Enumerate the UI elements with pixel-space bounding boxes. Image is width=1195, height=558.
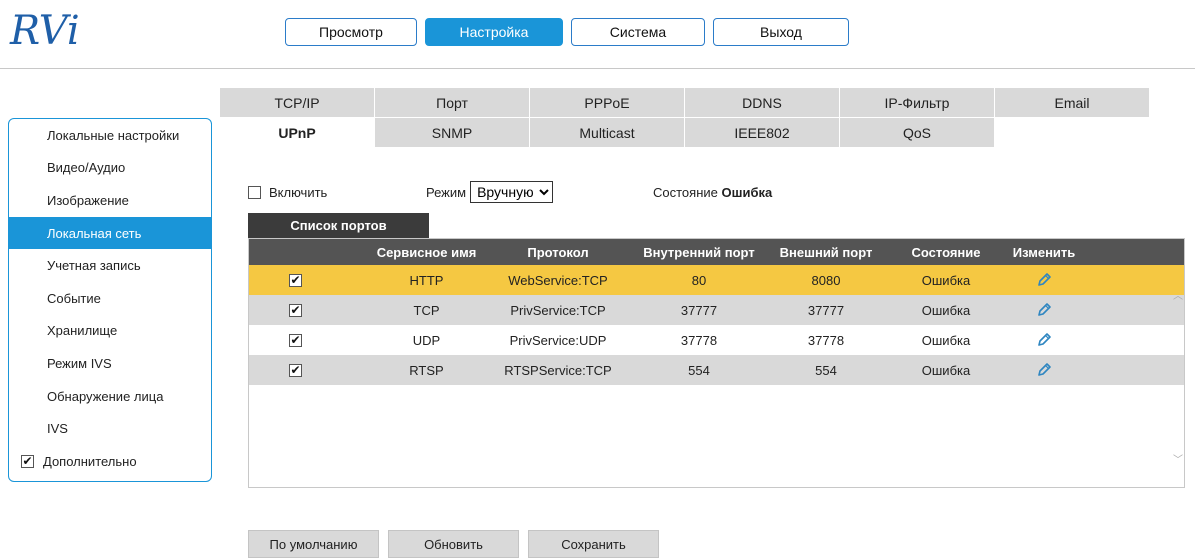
sidebar-item-account[interactable]: Учетная запись <box>9 249 211 282</box>
external-port: 37778 <box>807 332 845 348</box>
tab-upnp[interactable]: UPnP <box>220 118 375 148</box>
protocol: PrivService:TCP <box>510 302 606 318</box>
col-check-header <box>249 239 369 265</box>
network-tabs: TCP/IP Порт PPPoE DDNS IP-Фильтр Email U… <box>220 88 1150 148</box>
sidebar-item-storage[interactable]: Хранилище <box>9 315 211 348</box>
port-list-title: Список портов <box>248 213 429 238</box>
pencil-icon[interactable] <box>1036 362 1052 378</box>
sidebar-item-video-audio[interactable]: Видео/Аудио <box>9 152 211 185</box>
protocol: RTSPService:TCP <box>504 362 612 378</box>
advanced-checkbox[interactable]: ✔ <box>21 454 34 468</box>
row-status: Ошибка <box>921 302 971 318</box>
col-service-header: Сервисное имя <box>376 244 477 260</box>
enable-label: Включить <box>269 184 328 200</box>
tab-port[interactable]: Порт <box>375 88 530 118</box>
mode-control: Режим Вручную <box>426 181 554 203</box>
internal-port: 37777 <box>680 302 718 318</box>
table-row[interactable]: ✔ RTSP RTSPService:TCP 554 554 Ошибка <box>249 355 1184 385</box>
nav-settings-button[interactable]: Настройка <box>425 18 563 46</box>
external-port: 37777 <box>807 302 845 318</box>
nav-logout-button[interactable]: Выход <box>713 18 849 46</box>
row-checkbox[interactable]: ✔ <box>289 273 302 287</box>
logo-text: RVi <box>9 8 80 54</box>
sidebar-item-ivs-mode[interactable]: Режим IVS <box>9 347 211 380</box>
col-protocol-header: Протокол <box>527 244 589 260</box>
advanced-label: Дополнительно <box>43 453 137 469</box>
row-status: Ошибка <box>921 332 971 348</box>
col-edit-header: Изменить <box>1012 244 1076 260</box>
refresh-button[interactable]: Обновить <box>388 530 519 558</box>
tab-multicast[interactable]: Multicast <box>530 118 685 148</box>
tab-ip-filter[interactable]: IP-Фильтр <box>840 88 995 118</box>
sidebar-item-local-settings[interactable]: Локальные настройки <box>9 119 211 152</box>
tab-email[interactable]: Email <box>995 88 1150 118</box>
internal-port: 80 <box>691 272 707 288</box>
row-status: Ошибка <box>921 362 971 378</box>
upnp-state: Состояние Ошибка <box>653 185 772 200</box>
row-checkbox[interactable]: ✔ <box>289 303 302 317</box>
enable-control[interactable]: Включить <box>248 185 327 200</box>
pencil-icon[interactable] <box>1036 302 1052 318</box>
mode-label: Режим <box>426 184 467 200</box>
sidebar-item-image[interactable]: Изображение <box>9 184 211 217</box>
row-checkbox[interactable]: ✔ <box>289 363 302 377</box>
footer-actions: По умолчанию Обновить Сохранить <box>248 530 659 558</box>
row-checkbox[interactable]: ✔ <box>289 333 302 347</box>
state-value: Ошибка <box>721 184 773 200</box>
internal-port: 554 <box>688 362 710 378</box>
table-header: Сервисное имя Протокол Внутренний порт В… <box>249 239 1184 265</box>
tab-row-1: TCP/IP Порт PPPoE DDNS IP-Фильтр Email <box>220 88 1150 118</box>
tab-ieee802[interactable]: IEEE802 <box>685 118 840 148</box>
tab-qos[interactable]: QoS <box>840 118 995 148</box>
tab-filler <box>995 118 1150 148</box>
tab-row-2: UPnP SNMP Multicast IEEE802 QoS <box>220 118 1150 148</box>
header-divider <box>0 68 1195 69</box>
pencil-icon[interactable] <box>1036 332 1052 348</box>
external-port: 8080 <box>811 272 841 288</box>
sidebar-item-ivs[interactable]: IVS <box>9 412 211 445</box>
mode-select[interactable]: Вручную <box>470 181 554 203</box>
col-internal-port-header: Внутренний порт <box>643 244 755 260</box>
sidebar-item-network[interactable]: Локальная сеть <box>9 216 211 250</box>
tab-snmp[interactable]: SNMP <box>375 118 530 148</box>
table-row[interactable]: ✔ UDP PrivService:UDP 37778 37778 Ошибка <box>249 325 1184 355</box>
internal-port: 37778 <box>680 332 718 348</box>
nav-view-button[interactable]: Просмотр <box>285 18 417 46</box>
enable-checkbox[interactable] <box>248 185 261 199</box>
tab-tcpip[interactable]: TCP/IP <box>220 88 375 118</box>
scroll-up-icon[interactable]: ︿ <box>1173 287 1183 302</box>
service-name: UDP <box>412 332 441 348</box>
table-row[interactable]: ✔ HTTP WebService:TCP 80 8080 Ошибка <box>249 265 1184 295</box>
table-row[interactable]: ✔ TCP PrivService:TCP 37777 37777 Ошибка <box>249 295 1184 325</box>
service-name: TCP <box>413 302 440 318</box>
nav-system-button[interactable]: Система <box>571 18 705 46</box>
state-label: Состояние <box>653 184 718 200</box>
tab-pppoe[interactable]: PPPoE <box>530 88 685 118</box>
row-status: Ошибка <box>921 272 971 288</box>
col-status-header: Состояние <box>911 244 981 260</box>
top-navigation: Просмотр Настройка Система Выход <box>285 18 849 46</box>
default-button[interactable]: По умолчанию <box>248 530 379 558</box>
sidebar-item-event[interactable]: Событие <box>9 282 211 315</box>
settings-sidebar: Локальные настройки Видео/Аудио Изображе… <box>8 118 212 482</box>
service-name: HTTP <box>409 272 444 288</box>
save-button[interactable]: Сохранить <box>528 530 659 558</box>
external-port: 554 <box>815 362 837 378</box>
sidebar-item-advanced[interactable]: ✔ Дополнительно <box>9 445 211 478</box>
sidebar-item-face-detection[interactable]: Обнаружение лица <box>9 380 211 413</box>
service-name: RTSP <box>409 362 444 378</box>
tab-ddns[interactable]: DDNS <box>685 88 840 118</box>
pencil-icon[interactable] <box>1036 272 1052 288</box>
upnp-controls: Включить Режим Вручную Состояние Ошибка <box>248 180 948 204</box>
protocol: WebService:TCP <box>508 272 608 288</box>
col-external-port-header: Внешний порт <box>779 244 873 260</box>
protocol: PrivService:UDP <box>509 332 607 348</box>
scroll-down-icon[interactable]: ﹀ <box>1173 451 1183 466</box>
rvi-logo: RVi <box>9 8 80 54</box>
port-table: Сервисное имя Протокол Внутренний порт В… <box>248 238 1185 488</box>
